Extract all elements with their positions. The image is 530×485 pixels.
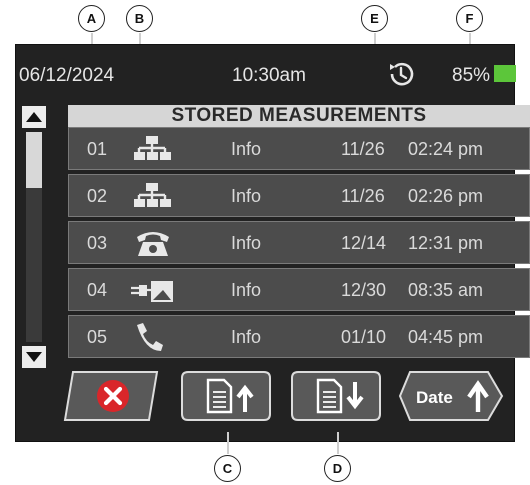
list-item[interactable]: 04 Info 12/30 08:35 am: [68, 268, 530, 311]
list-title: STORED MEASUREMENTS: [68, 105, 530, 127]
row-info-link[interactable]: Info: [231, 327, 261, 348]
toolbar: Date: [16, 366, 516, 426]
callout-e: E: [361, 5, 388, 32]
row-time: 02:24 pm: [408, 139, 484, 159]
callout-c: C: [214, 455, 241, 482]
delete-button[interactable]: [59, 370, 163, 422]
row-number: 05: [87, 327, 108, 347]
row-time: 02:26 pm: [408, 186, 484, 206]
device-screen: 06/12/2024 10:30am 85% STORED MEASUREMEN…: [15, 44, 530, 442]
list-item[interactable]: 02 Info 11/26 02:26 pm: [68, 174, 530, 217]
sort-date-label: Date: [416, 388, 453, 407]
scroll-down-icon[interactable]: [22, 346, 46, 368]
import-button[interactable]: [290, 370, 382, 422]
telephone-icon: [131, 227, 175, 259]
export-button[interactable]: [180, 370, 272, 422]
measurement-list: 01 Info 11/26 02:24 pm 02 Info 11/26 02:…: [68, 127, 530, 362]
row-date: 12/14: [341, 233, 387, 253]
list-item[interactable]: 03 Info 12/14 12:31 pm: [68, 221, 530, 264]
row-info-link[interactable]: Info: [231, 139, 261, 160]
phone-handset-icon: [131, 321, 175, 353]
row-date: 12/30: [341, 280, 387, 300]
list-item[interactable]: 05 Info 01/10 04:45 pm: [68, 315, 530, 358]
row-time: 12:31 pm: [408, 233, 484, 253]
callout-a: A: [78, 5, 105, 32]
sort-date-button[interactable]: Date: [398, 370, 504, 422]
scrollbar[interactable]: [22, 106, 46, 368]
scroll-thumb[interactable]: [26, 132, 42, 188]
history-icon[interactable]: [384, 57, 418, 91]
list-item[interactable]: 01 Info 11/26 02:24 pm: [68, 127, 530, 170]
row-date: 01/10: [341, 327, 387, 347]
row-number: 03: [87, 233, 108, 253]
battery-percent: 85%: [452, 65, 491, 86]
row-info-link[interactable]: Info: [231, 233, 261, 254]
battery-icon: [494, 65, 516, 82]
row-number: 02: [87, 186, 108, 206]
row-time: 04:45 pm: [408, 327, 484, 347]
row-number: 04: [87, 280, 108, 300]
status-time: 10:30am: [232, 65, 306, 86]
row-date: 11/26: [341, 139, 385, 159]
row-number: 01: [87, 139, 108, 159]
status-bar: 06/12/2024 10:30am 85%: [16, 45, 516, 99]
callout-d-line: [337, 432, 339, 454]
network-icon: [131, 180, 175, 212]
status-date: 06/12/2024: [19, 65, 115, 86]
scroll-up-icon[interactable]: [22, 106, 46, 128]
cable-device-icon: [131, 274, 175, 306]
row-info-link[interactable]: Info: [231, 280, 261, 301]
row-info-link[interactable]: Info: [231, 186, 261, 207]
callout-c-line: [227, 432, 229, 454]
row-time: 08:35 am: [408, 280, 484, 300]
callout-f: F: [456, 5, 483, 32]
row-date: 11/26: [341, 186, 385, 206]
network-icon: [131, 133, 175, 165]
callout-d: D: [324, 455, 351, 482]
callout-b: B: [126, 5, 153, 32]
